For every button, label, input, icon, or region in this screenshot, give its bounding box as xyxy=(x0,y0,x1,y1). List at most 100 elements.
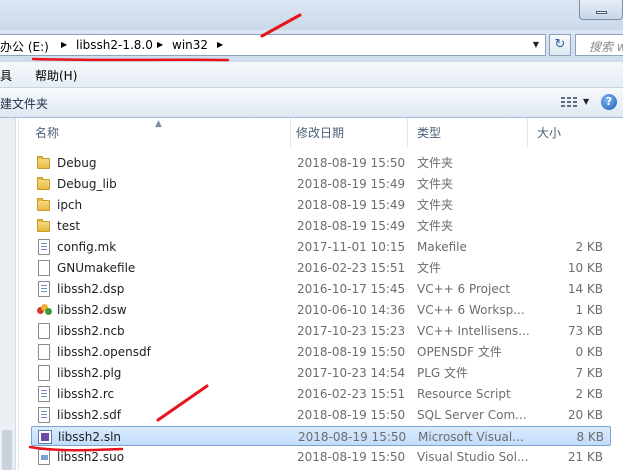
file-size: 1 KB xyxy=(575,303,603,317)
file-name: libssh2.dsp xyxy=(57,282,125,296)
file-row[interactable]: test 2018-08-19 15:49 文件夹 xyxy=(31,216,611,236)
navigation-scrollbar[interactable] xyxy=(0,118,16,470)
minimize-button[interactable] xyxy=(579,0,623,20)
file-row[interactable]: libssh2.suo 2018-08-19 15:50 Visual Studio… xyxy=(31,447,611,467)
folder-icon xyxy=(36,155,52,171)
file-size: 2 KB xyxy=(575,240,603,254)
file-row[interactable]: config.mk 2017-11-01 10:15 Makefile 2 KB xyxy=(31,237,611,257)
column-header: ▲ 名称 修改日期 类型 大小 xyxy=(19,118,623,148)
file-name: config.mk xyxy=(57,240,117,254)
file-row[interactable]: libssh2.sln 2018-08-19 15:50 Microsoft Vis… xyxy=(31,426,611,446)
file-row[interactable]: libssh2.sdf 2018-08-19 15:50 SQL Server Co… xyxy=(31,405,611,425)
blank-file-icon xyxy=(36,323,52,339)
file-type: 文件夹 xyxy=(417,219,454,233)
file-size: 14 KB xyxy=(567,282,603,296)
minimize-icon xyxy=(596,11,607,14)
file-row[interactable]: libssh2.dsw 2010-06-10 14:36 VC++ 6 Worksp… xyxy=(31,300,611,320)
file-type: Makefile xyxy=(417,240,467,254)
blank-file-icon xyxy=(36,344,52,360)
file-row[interactable]: libssh2.opensdf 2018-08-19 15:50 OPENSDF 文… xyxy=(31,342,611,362)
file-date-modified: 2018-08-19 15:49 xyxy=(297,177,406,191)
file-name: libssh2.suo xyxy=(57,450,125,464)
file-type: VC++ 6 Project xyxy=(417,282,511,296)
refresh-icon[interactable]: ↻ xyxy=(549,34,571,56)
mk-file-icon xyxy=(36,239,52,255)
file-size xyxy=(539,174,603,194)
menu-tools[interactable]: 具 xyxy=(0,67,12,84)
file-size: 7 KB xyxy=(575,366,603,380)
file-row[interactable]: Debug_lib 2018-08-19 15:49 文件夹 xyxy=(31,174,611,194)
menu-bar: 具 帮助(H) xyxy=(0,62,623,88)
file-date-modified: 2018-08-19 15:49 xyxy=(297,198,406,212)
view-options-icon[interactable] xyxy=(561,96,577,109)
file-size: 8 KB xyxy=(576,430,604,444)
breadcrumb-drive[interactable]: 办公 (E:) xyxy=(0,38,49,55)
column-type[interactable]: 类型 xyxy=(408,118,528,148)
file-date-modified: 2010-06-10 14:36 xyxy=(297,303,406,317)
breadcrumb-chevron-icon[interactable]: ▶ xyxy=(217,40,223,49)
file-date-modified: 2018-08-19 15:50 xyxy=(297,345,406,359)
folder-icon xyxy=(36,176,52,192)
file-row[interactable]: libssh2.rc 2016-02-23 15:51 Resource Scrip… xyxy=(31,384,611,404)
scrollbar-thumb[interactable] xyxy=(2,430,12,470)
file-date-modified: 2018-08-19 15:50 xyxy=(297,450,406,464)
file-name: libssh2.sdf xyxy=(57,408,121,422)
file-name: libssh2.opensdf xyxy=(57,345,151,359)
address-bar[interactable]: 办公 (E:) ▶ libssh2-1.8.0 ▶ win32 ▶ ▼ xyxy=(0,34,546,56)
file-name: Debug_lib xyxy=(57,177,117,191)
address-dropdown-icon[interactable]: ▼ xyxy=(527,35,545,55)
file-date-modified: 2016-10-17 15:45 xyxy=(297,282,406,296)
file-name: libssh2.ncb xyxy=(57,324,125,338)
file-size xyxy=(539,216,603,236)
file-name: test xyxy=(57,219,81,233)
sdf-file-icon xyxy=(36,407,52,423)
file-name: Debug xyxy=(57,156,97,170)
file-type: Microsoft Visual... xyxy=(418,430,524,444)
file-date-modified: 2018-08-19 15:50 xyxy=(297,408,406,422)
file-date-modified: 2017-10-23 15:23 xyxy=(297,324,406,338)
breadcrumb-chevron-icon[interactable]: ▶ xyxy=(157,40,163,49)
file-list: ▲ 名称 修改日期 类型 大小 Debug 2018-08-19 15:50 文件夹… xyxy=(19,118,623,470)
file-size: 21 KB xyxy=(567,450,603,464)
file-size xyxy=(539,195,603,215)
file-date-modified: 2016-02-23 15:51 xyxy=(297,387,406,401)
search-input[interactable]: 搜索 wi xyxy=(575,34,623,56)
breadcrumb-libssh2[interactable]: libssh2-1.8.0 xyxy=(76,38,153,52)
search-placeholder: 搜索 wi xyxy=(589,40,623,54)
file-type: 文件夹 xyxy=(417,177,454,191)
new-folder-button[interactable]: 建文件夹 xyxy=(0,95,48,112)
command-bar: 建文件夹 ▼ ? xyxy=(0,88,623,118)
file-row[interactable]: ipch 2018-08-19 15:49 文件夹 xyxy=(31,195,611,215)
file-type: 文件夹 xyxy=(417,198,454,212)
suo-file-icon xyxy=(36,449,52,465)
help-icon[interactable]: ? xyxy=(601,94,617,110)
column-name[interactable]: 名称 xyxy=(26,118,291,148)
breadcrumb-win32[interactable]: win32 xyxy=(172,38,208,52)
file-date-modified: 2016-02-23 15:51 xyxy=(297,261,406,275)
file-row[interactable]: libssh2.dsp 2016-10-17 15:45 VC++ 6 Projec… xyxy=(31,279,611,299)
column-size[interactable]: 大小 xyxy=(528,118,612,148)
file-name: libssh2.sln xyxy=(58,430,122,444)
file-name: ipch xyxy=(57,198,83,212)
file-type: OPENSDF 文件 xyxy=(417,345,502,359)
file-date-modified: 2017-10-23 14:54 xyxy=(297,366,406,380)
breadcrumb-chevron-icon[interactable]: ▶ xyxy=(61,40,67,49)
folder-icon xyxy=(36,197,52,213)
file-date-modified: 2017-11-01 10:15 xyxy=(297,240,406,254)
file-size: 0 KB xyxy=(575,345,603,359)
file-name: libssh2.rc xyxy=(57,387,115,401)
file-row[interactable]: Debug 2018-08-19 15:50 文件夹 xyxy=(31,153,611,173)
file-row[interactable]: GNUmakefile 2016-02-23 15:51 文件 10 KB xyxy=(31,258,611,278)
file-name: GNUmakefile xyxy=(57,261,136,275)
file-type: VC++ Intellisens... xyxy=(417,324,530,338)
file-row[interactable]: libssh2.plg 2017-10-23 14:54 PLG 文件 7 KB xyxy=(31,363,611,383)
file-row[interactable]: libssh2.ncb 2017-10-23 15:23 VC++ Intellis… xyxy=(31,321,611,341)
menu-help[interactable]: 帮助(H) xyxy=(35,67,77,84)
file-type: 文件 xyxy=(417,261,442,275)
sln-file-icon xyxy=(37,429,53,445)
file-type: PLG 文件 xyxy=(417,366,469,380)
column-date-modified[interactable]: 修改日期 xyxy=(287,118,408,148)
file-size: 20 KB xyxy=(567,408,603,422)
file-size: 10 KB xyxy=(567,261,603,275)
view-dropdown-icon[interactable]: ▼ xyxy=(583,97,589,106)
